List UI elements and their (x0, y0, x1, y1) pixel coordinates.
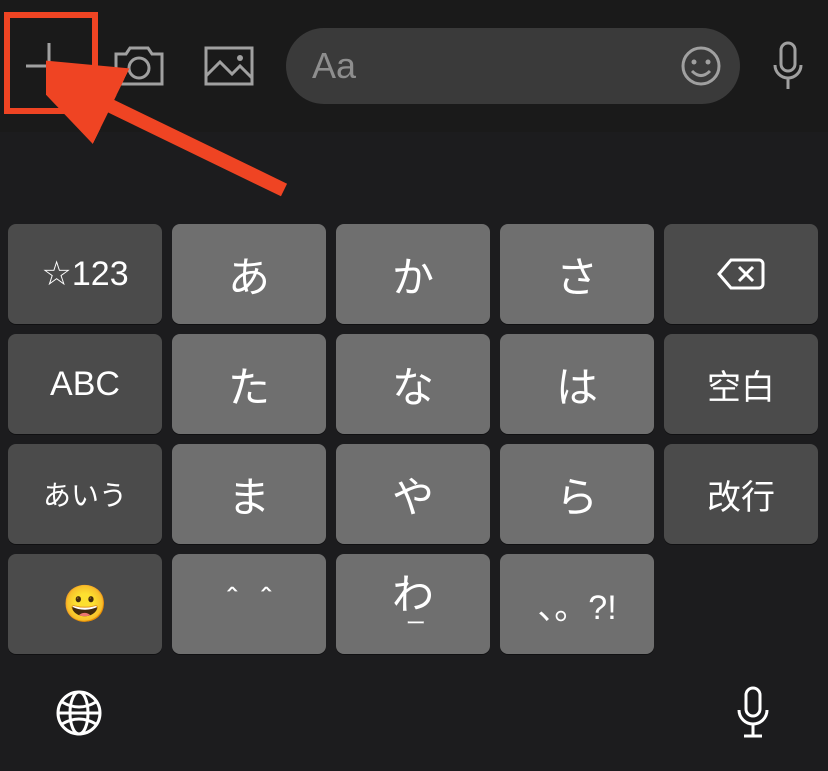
keyboard-top-gap (0, 132, 828, 224)
voice-message-button[interactable] (756, 25, 820, 107)
mic-icon (769, 39, 807, 93)
keyboard: ☆123 あ か さ ABC た な は 空白 あいう ま や ら 改行 😀 ＾… (0, 224, 828, 654)
key-wa-main: わ (392, 574, 434, 616)
key-abc[interactable]: ABC (8, 334, 162, 434)
keyboard-bottom-bar (0, 654, 828, 771)
mic-icon (732, 684, 774, 742)
smile-icon (680, 45, 722, 87)
key-punct[interactable]: 、。?! (500, 554, 654, 654)
key-space[interactable]: 空白 (664, 334, 818, 434)
message-input[interactable]: Aa (286, 28, 740, 104)
globe-icon (54, 688, 104, 738)
key-wa-sub: ー (386, 614, 440, 634)
key-sa[interactable]: さ (500, 224, 654, 324)
delete-icon (717, 256, 765, 292)
key-a[interactable]: あ (172, 224, 326, 324)
key-return[interactable]: 改行 (664, 444, 818, 544)
key-wa[interactable]: わ ー (336, 554, 490, 654)
key-na[interactable]: な (336, 334, 490, 434)
annotation-highlight (4, 12, 98, 114)
key-emoji[interactable]: 😀 (8, 554, 162, 654)
key-delete[interactable] (664, 224, 818, 324)
key-caret[interactable]: ＾＾ (172, 554, 326, 654)
key-ta[interactable]: た (172, 334, 326, 434)
key-num-symbol[interactable]: ☆123 (8, 224, 162, 324)
input-toolbar: Aa (0, 0, 828, 132)
gallery-icon (202, 44, 256, 88)
camera-button[interactable] (98, 25, 180, 107)
key-ka[interactable]: か (336, 224, 490, 324)
key-kana-switch[interactable]: あいう (8, 444, 162, 544)
key-ra[interactable]: ら (500, 444, 654, 544)
input-placeholder: Aa (312, 45, 680, 87)
gallery-button[interactable] (188, 25, 270, 107)
camera-icon (112, 44, 166, 88)
dictation-button[interactable] (732, 684, 774, 742)
globe-button[interactable] (54, 688, 104, 738)
key-ma[interactable]: ま (172, 444, 326, 544)
key-ha[interactable]: は (500, 334, 654, 434)
key-ya[interactable]: や (336, 444, 490, 544)
